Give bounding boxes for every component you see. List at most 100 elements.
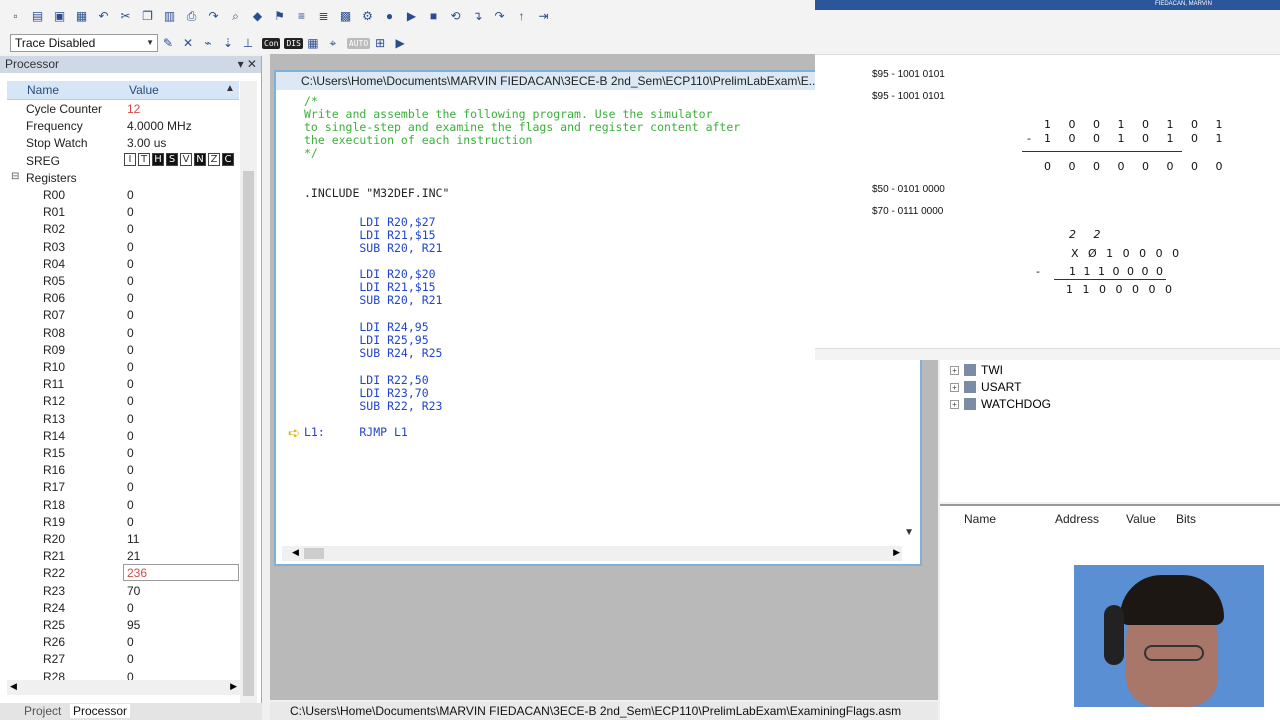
register-row[interactable]: R17 0 [0, 479, 240, 496]
code-line[interactable]: SUB R24, R25 [304, 346, 442, 360]
register-value[interactable]: 0 [127, 205, 134, 219]
register-row[interactable]: R00 0 [0, 187, 240, 204]
code-line[interactable]: Write and assemble the following program… [304, 107, 713, 121]
register-row[interactable]: R07 0 [0, 307, 240, 324]
tree-item-usart[interactable]: + USART [950, 380, 1021, 394]
reset-icon[interactable]: ⟲ [446, 7, 465, 26]
code-line[interactable]: LDI R21,$15 [304, 228, 435, 242]
register-value[interactable]: 0 [127, 188, 134, 202]
trace-icon[interactable]: ⊥ [238, 34, 258, 53]
register-value[interactable]: 0 [127, 326, 134, 340]
save-all-icon[interactable]: ▦ [72, 7, 91, 26]
processor-vertical-scrollbar[interactable]: ▼ [240, 81, 257, 720]
sreg-flag[interactable]: C [222, 153, 234, 166]
sreg-flags[interactable]: ITHSVNZC [124, 153, 234, 166]
register-row[interactable]: R08 0 [0, 325, 240, 342]
code-line[interactable]: LDI R20,$27 [304, 215, 435, 229]
register-row[interactable]: R09 0 [0, 342, 240, 359]
register-value[interactable]: 0 [127, 515, 134, 529]
register-value[interactable]: 0 [127, 274, 134, 288]
register-value[interactable]: 0 [127, 463, 134, 477]
scroll-right-icon[interactable]: ▶ [230, 681, 237, 692]
run-to-cursor-icon[interactable]: ⇥ [534, 7, 553, 26]
step-into-icon[interactable]: ↴ [468, 7, 487, 26]
scroll-left-icon[interactable]: ◀ [292, 547, 299, 558]
sreg-flag[interactable]: H [152, 153, 164, 166]
register-row[interactable]: R14 0 [0, 428, 240, 445]
scrollbar-thumb[interactable] [304, 548, 324, 559]
register-value[interactable]: 0 [127, 394, 134, 408]
code-line[interactable]: LDI R21,$15 [304, 280, 435, 294]
register-row[interactable]: R22 236 [0, 564, 240, 582]
io-address-header[interactable]: Address [1055, 512, 1099, 526]
code-line[interactable]: to single-step and examine the flags and… [304, 120, 740, 134]
scroll-up-icon[interactable]: ▲ [225, 83, 235, 94]
open-file-icon[interactable]: ▤ [28, 7, 47, 26]
code-line[interactable]: L1: RJMP L1 [304, 425, 408, 439]
register-value[interactable]: 70 [127, 584, 140, 598]
code-line[interactable]: */ [304, 146, 318, 160]
toggle-breakpoint-icon[interactable]: ✎ [158, 34, 178, 53]
register-row[interactable]: R23 70 [0, 583, 240, 600]
break-icon[interactable]: ■ [424, 7, 443, 26]
register-row[interactable]: R25 95 [0, 617, 240, 634]
registers-group-row[interactable]: ⊟ Registers [0, 170, 240, 187]
copy-icon[interactable]: ❐ [138, 7, 157, 26]
register-row[interactable]: R13 0 [0, 411, 240, 428]
register-row[interactable]: R04 0 [0, 256, 240, 273]
register-value[interactable]: 0 [127, 240, 134, 254]
code-line[interactable]: LDI R25,95 [304, 333, 428, 347]
sreg-flag[interactable]: N [194, 153, 206, 166]
find-icon[interactable]: ⌕ [226, 7, 245, 26]
register-value[interactable]: 0 [127, 291, 134, 305]
register-value[interactable]: 0 [127, 308, 134, 322]
redo-icon[interactable]: ↷ [204, 7, 223, 26]
register-value[interactable]: 0 [127, 652, 134, 666]
code-line[interactable]: SUB R20, R21 [304, 293, 442, 307]
register-row[interactable]: R12 0 [0, 393, 240, 410]
sreg-flag[interactable]: T [138, 153, 150, 166]
step-out-icon[interactable]: ↑ [512, 7, 531, 26]
scroll-left-icon[interactable]: ◀ [10, 681, 17, 692]
tree-item-twi[interactable]: + TWI [950, 363, 1003, 377]
step-over-icon[interactable]: ↷ [490, 7, 509, 26]
tree-item-watchdog[interactable]: + WATCHDOG [950, 397, 1051, 411]
register-value[interactable]: 0 [127, 429, 134, 443]
io-name-header[interactable]: Name [964, 512, 996, 526]
code-line[interactable]: LDI R23,70 [304, 386, 428, 400]
expand-icon[interactable]: + [950, 382, 959, 392]
expand-icon[interactable]: + [950, 399, 959, 409]
register-value[interactable]: 11 [127, 532, 139, 546]
frequency-row[interactable]: Frequency 4.0000 MHz [0, 118, 240, 135]
build-icon[interactable]: ◆ [248, 7, 267, 26]
outdent-icon[interactable]: ≣ [314, 7, 333, 26]
register-value[interactable]: 0 [127, 222, 134, 236]
register-value[interactable]: 0 [127, 601, 134, 615]
register-row[interactable]: R27 0 [0, 651, 240, 668]
register-row[interactable]: R24 0 [0, 600, 240, 617]
register-row[interactable]: R15 0 [0, 445, 240, 462]
bookmark-icon[interactable]: ⚑ [270, 7, 289, 26]
cut-icon[interactable]: ✂ [116, 7, 135, 26]
zoom-icon[interactable]: ⌖ [323, 34, 343, 53]
scrollbar-thumb[interactable] [243, 171, 254, 696]
register-value[interactable]: 0 [127, 480, 134, 494]
io-bits-header[interactable]: Bits [1176, 512, 1196, 526]
stop-watch-row[interactable]: Stop Watch 3.00 us [0, 135, 240, 152]
code-line[interactable]: SUB R20, R21 [304, 241, 442, 255]
name-column-header[interactable]: Name [27, 83, 59, 97]
sreg-flag[interactable]: V [180, 153, 192, 166]
step-icon[interactable]: ⇣ [218, 34, 238, 53]
code-line[interactable]: LDI R22,50 [304, 373, 428, 387]
processor-horizontal-scrollbar[interactable]: ◀ ▶ [7, 680, 240, 695]
new-file-icon[interactable]: ▫ [6, 7, 25, 26]
register-row[interactable]: R26 0 [0, 634, 240, 651]
con-badge[interactable]: Con [262, 37, 281, 49]
register-row[interactable]: R01 0 [0, 204, 240, 221]
io-value-header[interactable]: Value [1126, 512, 1156, 526]
clear-breakpoints-icon[interactable]: ✕ [178, 34, 198, 53]
code-line[interactable]: LDI R20,$20 [304, 267, 435, 281]
indent-icon[interactable]: ≡ [292, 7, 311, 26]
run-icon[interactable]: ▶ [402, 7, 421, 26]
value-column-header[interactable]: Value [129, 83, 159, 97]
